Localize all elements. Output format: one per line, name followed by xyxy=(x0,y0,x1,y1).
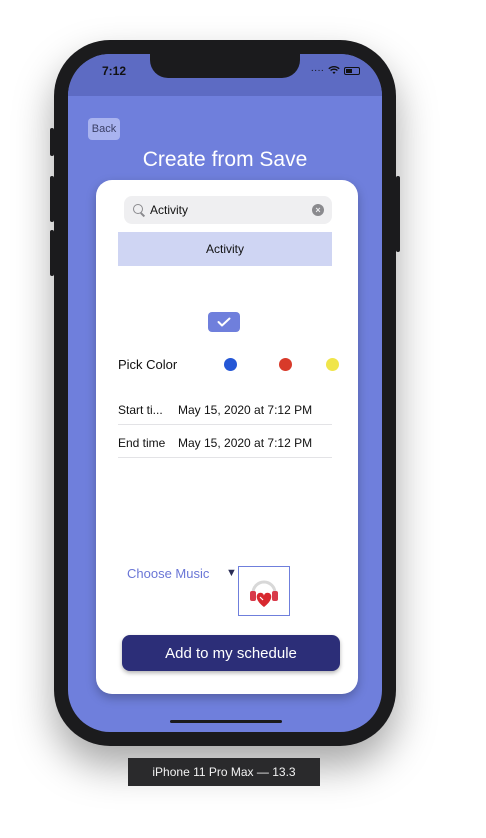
app-screen: 7:12 ···· Back Create from Save × Activi… xyxy=(68,54,382,732)
color-option-yellow[interactable] xyxy=(326,358,339,371)
home-indicator xyxy=(170,720,282,723)
start-time-label: Start ti... xyxy=(118,403,163,417)
signal-icon: ···· xyxy=(310,65,324,76)
status-bar: 7:12 ···· xyxy=(68,54,382,96)
end-time-row[interactable]: End time May 15, 2020 at 7:12 PM xyxy=(118,436,332,450)
wifi-icon xyxy=(328,66,340,74)
checkmark-icon xyxy=(217,317,231,327)
divider xyxy=(118,457,332,458)
search-icon xyxy=(132,203,146,217)
battery-icon xyxy=(344,66,360,75)
headphones-heart-icon xyxy=(250,580,278,607)
checkbox[interactable] xyxy=(208,312,240,332)
notch xyxy=(150,54,300,78)
simulator-device-label: iPhone 11 Pro Max — 13.3 xyxy=(128,758,320,786)
end-time-value[interactable]: May 15, 2020 at 7:12 PM xyxy=(178,436,312,450)
music-thumbnail[interactable] xyxy=(238,566,290,616)
color-option-blue[interactable] xyxy=(224,358,237,371)
end-time-label: End time xyxy=(118,436,166,450)
form-card: × Activity Pick Color Start ti... May 15… xyxy=(96,180,358,694)
start-time-row[interactable]: Start ti... May 15, 2020 at 7:12 PM xyxy=(118,403,332,417)
color-option-red[interactable] xyxy=(279,358,292,371)
status-icons: ···· xyxy=(311,65,360,76)
search-input[interactable] xyxy=(150,203,300,217)
divider xyxy=(118,424,332,425)
dropdown-arrow-icon[interactable]: ▼ xyxy=(226,567,237,579)
silent-switch xyxy=(50,128,54,156)
status-time: 7:12 xyxy=(102,64,127,78)
search-bar[interactable]: × xyxy=(124,196,332,224)
choose-music-button[interactable]: Choose Music xyxy=(127,566,209,581)
clear-icon[interactable]: × xyxy=(312,204,324,216)
search-result-item[interactable]: Activity xyxy=(118,232,332,266)
volume-up-button xyxy=(50,176,54,222)
start-time-value[interactable]: May 15, 2020 at 7:12 PM xyxy=(178,403,312,417)
pick-color-label: Pick Color xyxy=(118,357,178,372)
volume-down-button xyxy=(50,230,54,276)
power-button xyxy=(396,176,400,252)
add-to-schedule-button[interactable]: Add to my schedule xyxy=(122,635,340,671)
page-title: Create from Save xyxy=(142,148,308,171)
back-button[interactable]: Back xyxy=(88,118,120,140)
